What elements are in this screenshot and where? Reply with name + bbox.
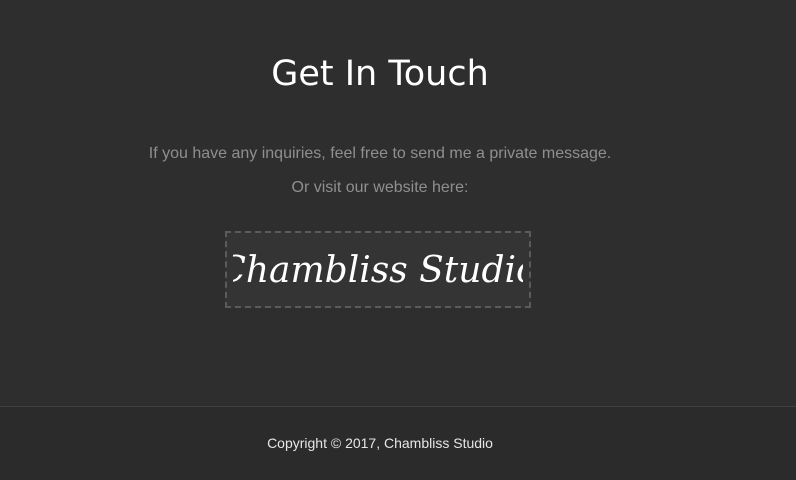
inquiry-message: If you have any inquiries, feel free to … (148, 145, 612, 162)
website-prompt: Or visit our website here: (291, 179, 469, 196)
footer: Copyright © 2017, Chambliss Studio (0, 407, 796, 480)
copyright-text: Copyright © 2017, Chambliss Studio (267, 435, 493, 451)
studio-logo: Chambliss Studio (233, 250, 523, 291)
studio-website-link[interactable]: Chambliss Studio (225, 231, 531, 308)
studio-logo-text: Chambliss Studio (233, 250, 523, 291)
page-title: Get In Touch (271, 54, 489, 94)
